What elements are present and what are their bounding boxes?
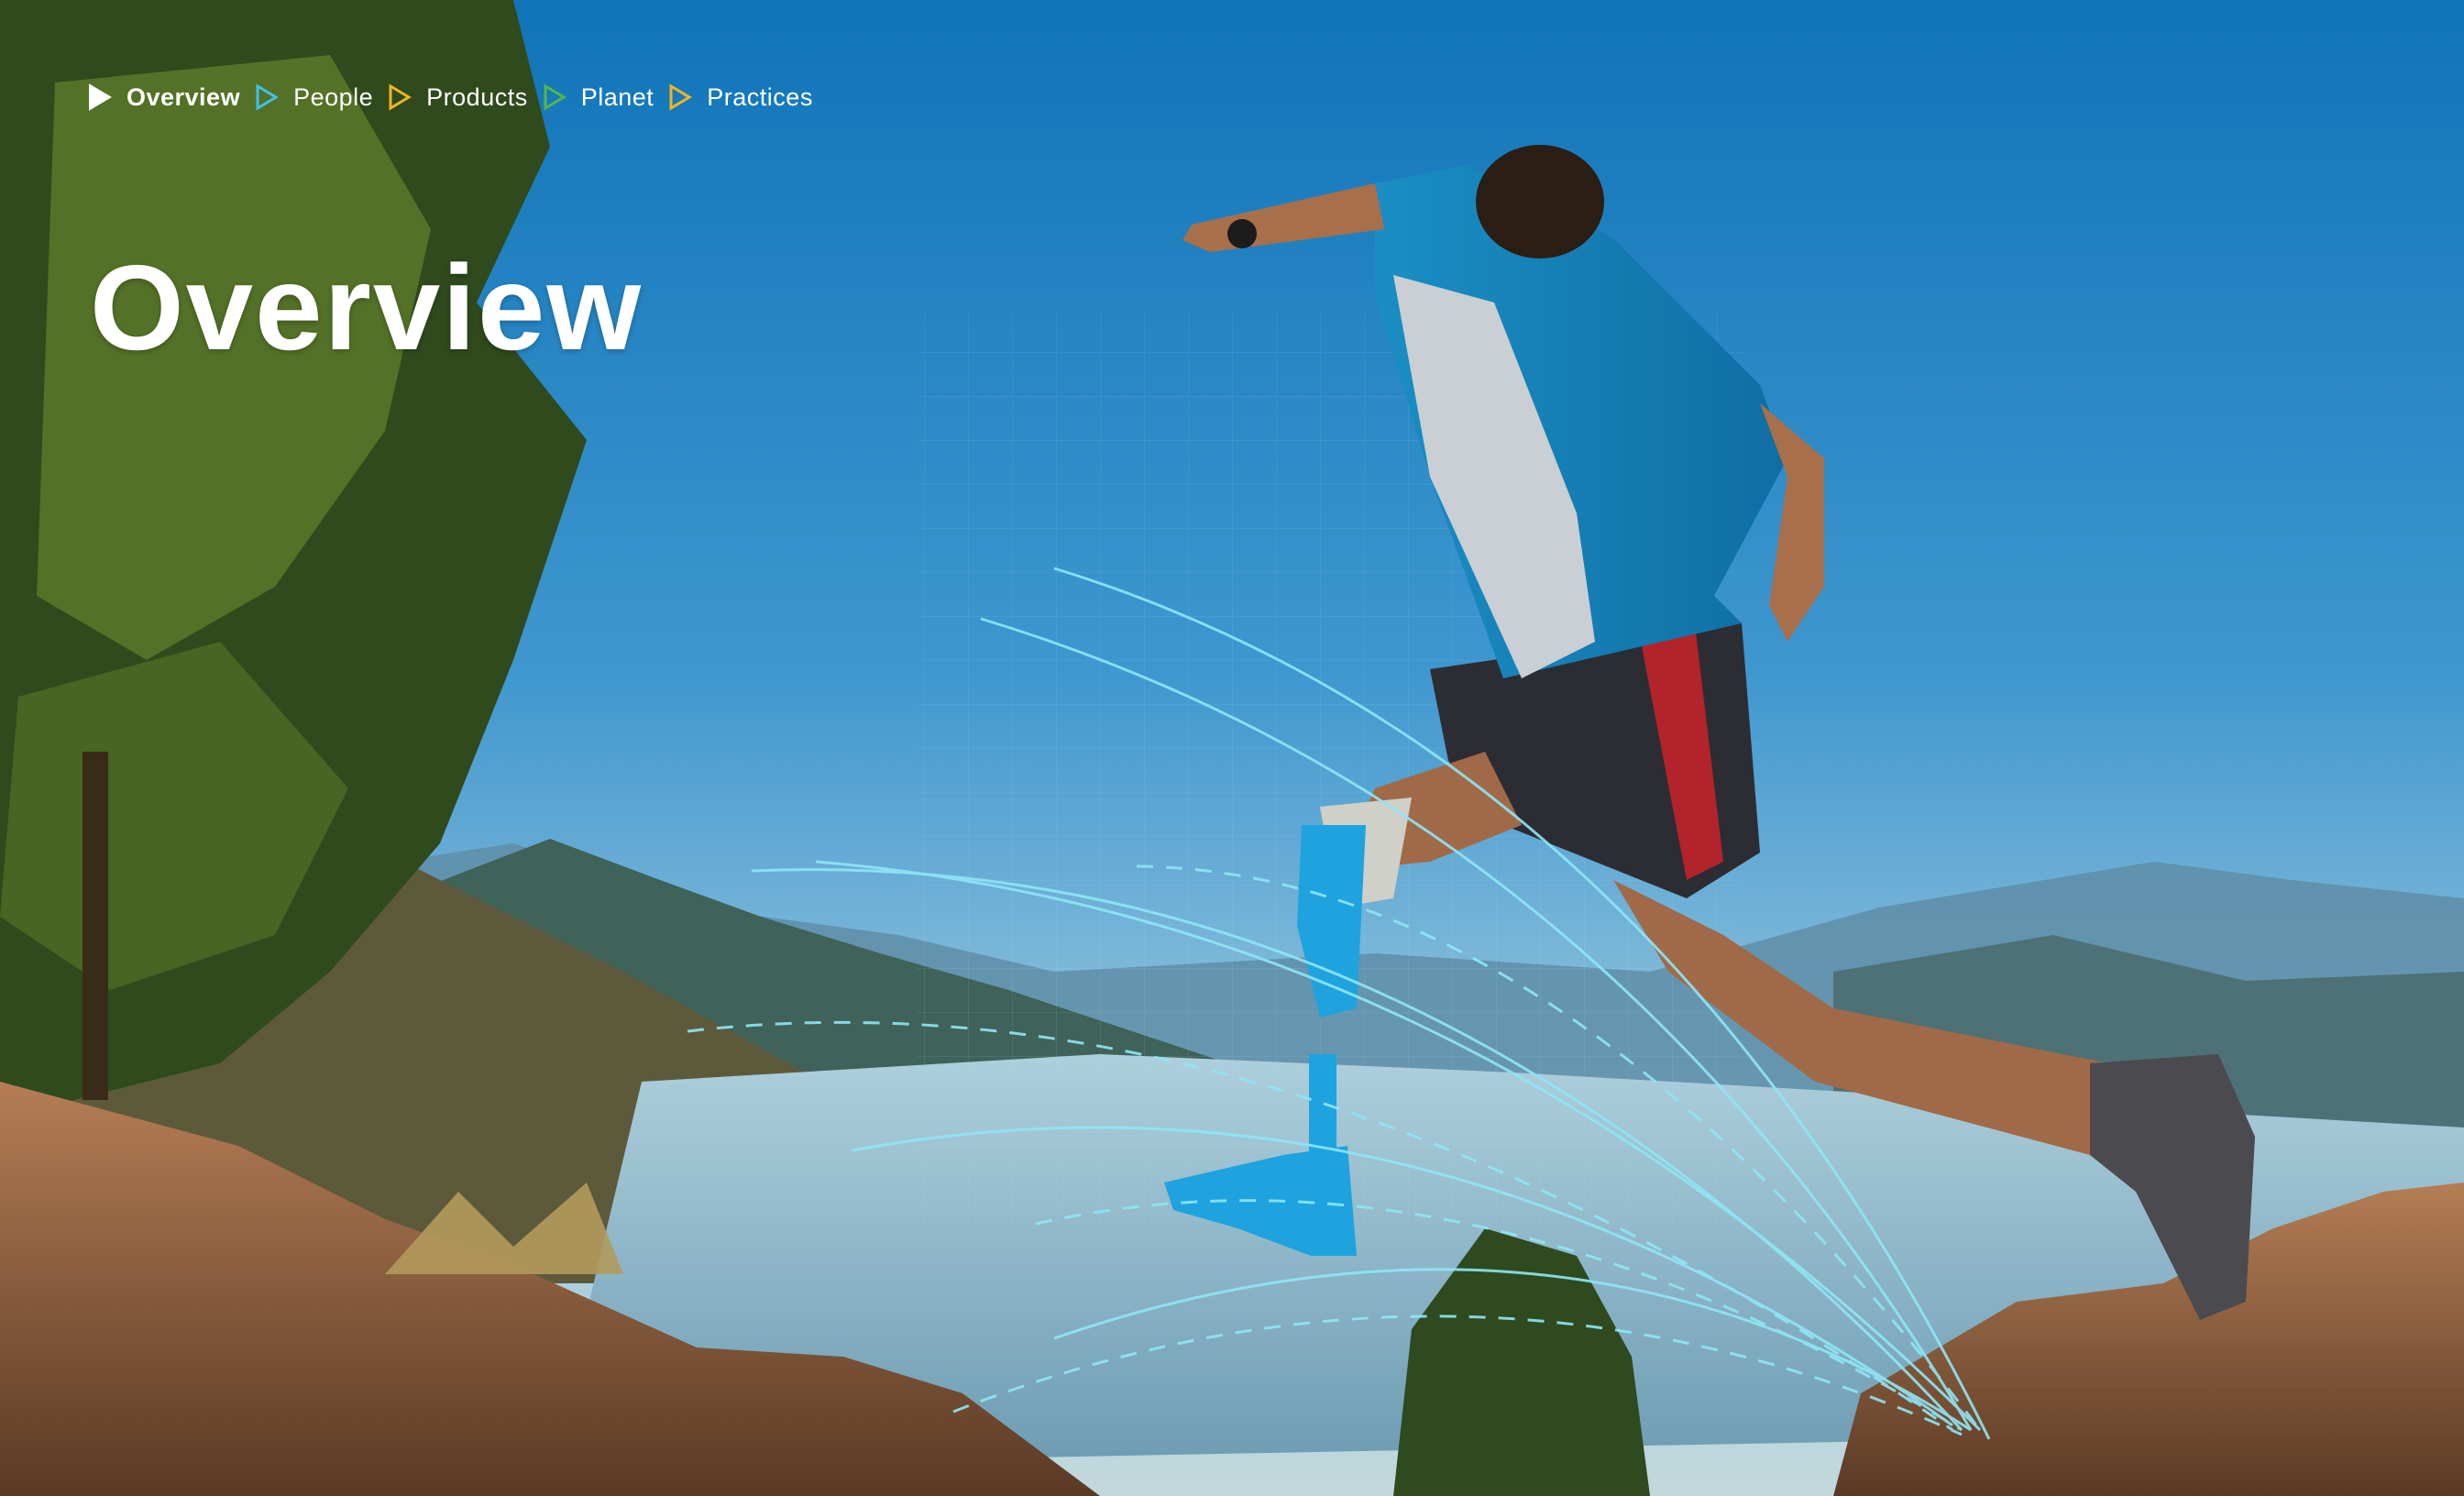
nav-item-label: Practices [707,82,813,111]
nav-item-planet[interactable]: Planet [543,83,669,112]
play-arrow-outline-icon [256,83,279,111]
hero-background-image [0,0,2464,1496]
section-breadcrumb: Overview People Products Planet Practice… [88,79,828,116]
play-arrow-outline-icon [544,83,566,111]
nav-item-people[interactable]: People [255,83,388,112]
nav-item-products[interactable]: Products [388,83,543,112]
nav-item-label: Overview [126,82,241,111]
nav-item-overview[interactable]: Overview [88,83,255,112]
play-arrow-outline-icon [389,83,412,111]
play-arrow-icon [89,83,112,111]
page-title: Overview [90,240,644,375]
nav-item-practices[interactable]: Practices [668,83,828,112]
nav-item-label: People [293,82,374,111]
play-arrow-outline-icon [669,83,693,111]
nav-item-label: Planet [580,82,654,111]
nav-item-label: Products [426,82,528,111]
